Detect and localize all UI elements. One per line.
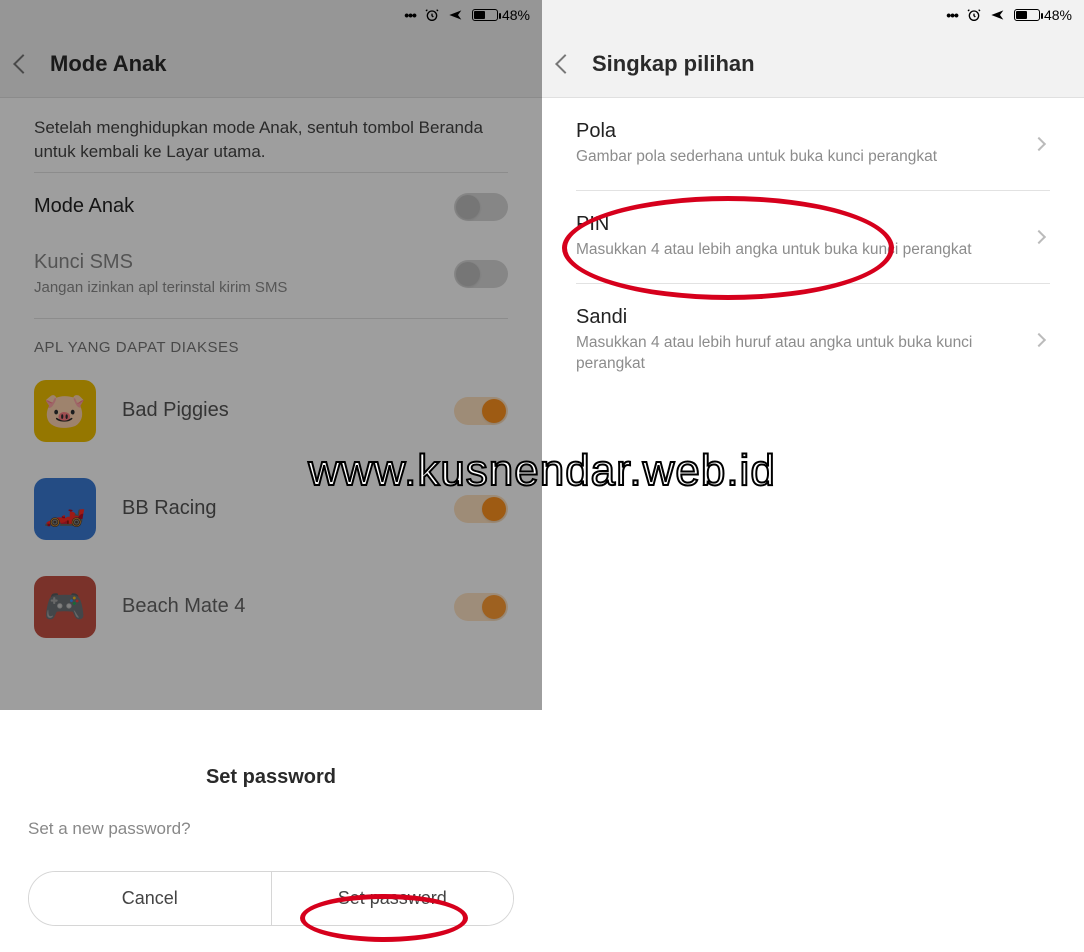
alarm-icon: [424, 7, 440, 23]
set-password-sheet: Set password Set a new password? Cancel …: [0, 736, 542, 952]
kunci-sms-label: Kunci SMS: [34, 251, 287, 274]
more-icon: •••: [404, 7, 416, 23]
more-icon: •••: [946, 7, 958, 23]
back-icon[interactable]: [13, 54, 33, 74]
mode-anak-toggle[interactable]: [454, 193, 508, 221]
app-icon-bb-racing: 🏎️: [34, 478, 96, 540]
airplane-icon: [448, 7, 464, 23]
app-name: Beach Mate 4: [122, 595, 428, 618]
header: Singkap pilihan: [542, 30, 1084, 98]
option-pin[interactable]: PIN Masukkan 4 atau lebih angka untuk bu…: [542, 191, 1084, 283]
option-pola[interactable]: Pola Gambar pola sederhana untuk buka ku…: [542, 98, 1084, 190]
set-password-button[interactable]: Set password: [271, 872, 514, 925]
chevron-right-icon: [1032, 230, 1046, 244]
option-sub: Gambar pola sederhana untuk buka kunci p…: [576, 147, 937, 168]
app-name: BB Racing: [122, 497, 428, 520]
sheet-message: Set a new password?: [28, 819, 514, 839]
apps-section-label: APL YANG DAPAT DIAKSES: [0, 319, 542, 362]
cancel-button[interactable]: Cancel: [29, 872, 271, 925]
battery-percent: 48%: [502, 7, 530, 23]
airplane-icon: [990, 7, 1006, 23]
battery-indicator: 48%: [472, 7, 530, 23]
option-sub: Masukkan 4 atau lebih huruf atau angka u…: [576, 333, 996, 375]
app-toggle[interactable]: [454, 593, 508, 621]
battery-icon: [1014, 9, 1040, 21]
status-bar: ••• 48%: [542, 0, 1084, 30]
app-row[interactable]: 🎮 Beach Mate 4: [0, 558, 542, 656]
kunci-sms-sub: Jangan izinkan apl terinstal kirim SMS: [34, 278, 287, 298]
app-row[interactable]: 🐷 Bad Piggies: [0, 362, 542, 460]
battery-percent: 48%: [1044, 7, 1072, 23]
header: Mode Anak: [0, 30, 542, 98]
chevron-right-icon: [1032, 333, 1046, 347]
intro-text: Setelah menghidupkan mode Anak, sentuh t…: [0, 98, 542, 172]
battery-indicator: 48%: [1014, 7, 1072, 23]
sheet-buttons: Cancel Set password: [28, 871, 514, 926]
mode-anak-row[interactable]: Mode Anak: [0, 173, 542, 241]
app-toggle[interactable]: [454, 495, 508, 523]
chevron-right-icon: [1032, 137, 1046, 151]
option-title: Sandi: [576, 306, 996, 329]
app-icon-generic: 🎮: [34, 576, 96, 638]
page-title: Singkap pilihan: [592, 51, 755, 77]
alarm-icon: [966, 7, 982, 23]
sheet-title: Set password: [28, 766, 514, 789]
battery-icon: [472, 9, 498, 21]
options-list: Pola Gambar pola sederhana untuk buka ku…: [542, 98, 1084, 952]
status-bar: ••• 48%: [0, 0, 542, 30]
page-title: Mode Anak: [50, 51, 167, 77]
kunci-sms-toggle[interactable]: [454, 260, 508, 288]
option-title: Pola: [576, 120, 937, 143]
option-sandi[interactable]: Sandi Masukkan 4 atau lebih huruf atau a…: [542, 284, 1084, 397]
mode-anak-label: Mode Anak: [34, 195, 134, 218]
right-screenshot: ••• 48% Singkap pilihan Pola Gambar pola…: [542, 0, 1084, 952]
app-row[interactable]: 🏎️ BB Racing: [0, 460, 542, 558]
left-screenshot: ••• 48% Mode Anak Setelah menghidupkan m…: [0, 0, 542, 952]
kunci-sms-row[interactable]: Kunci SMS Jangan izinkan apl terinstal k…: [0, 241, 542, 318]
app-icon-bad-piggies: 🐷: [34, 380, 96, 442]
back-icon[interactable]: [555, 54, 575, 74]
app-toggle[interactable]: [454, 397, 508, 425]
option-title: PIN: [576, 213, 972, 236]
app-name: Bad Piggies: [122, 399, 428, 422]
option-sub: Masukkan 4 atau lebih angka untuk buka k…: [576, 240, 972, 261]
